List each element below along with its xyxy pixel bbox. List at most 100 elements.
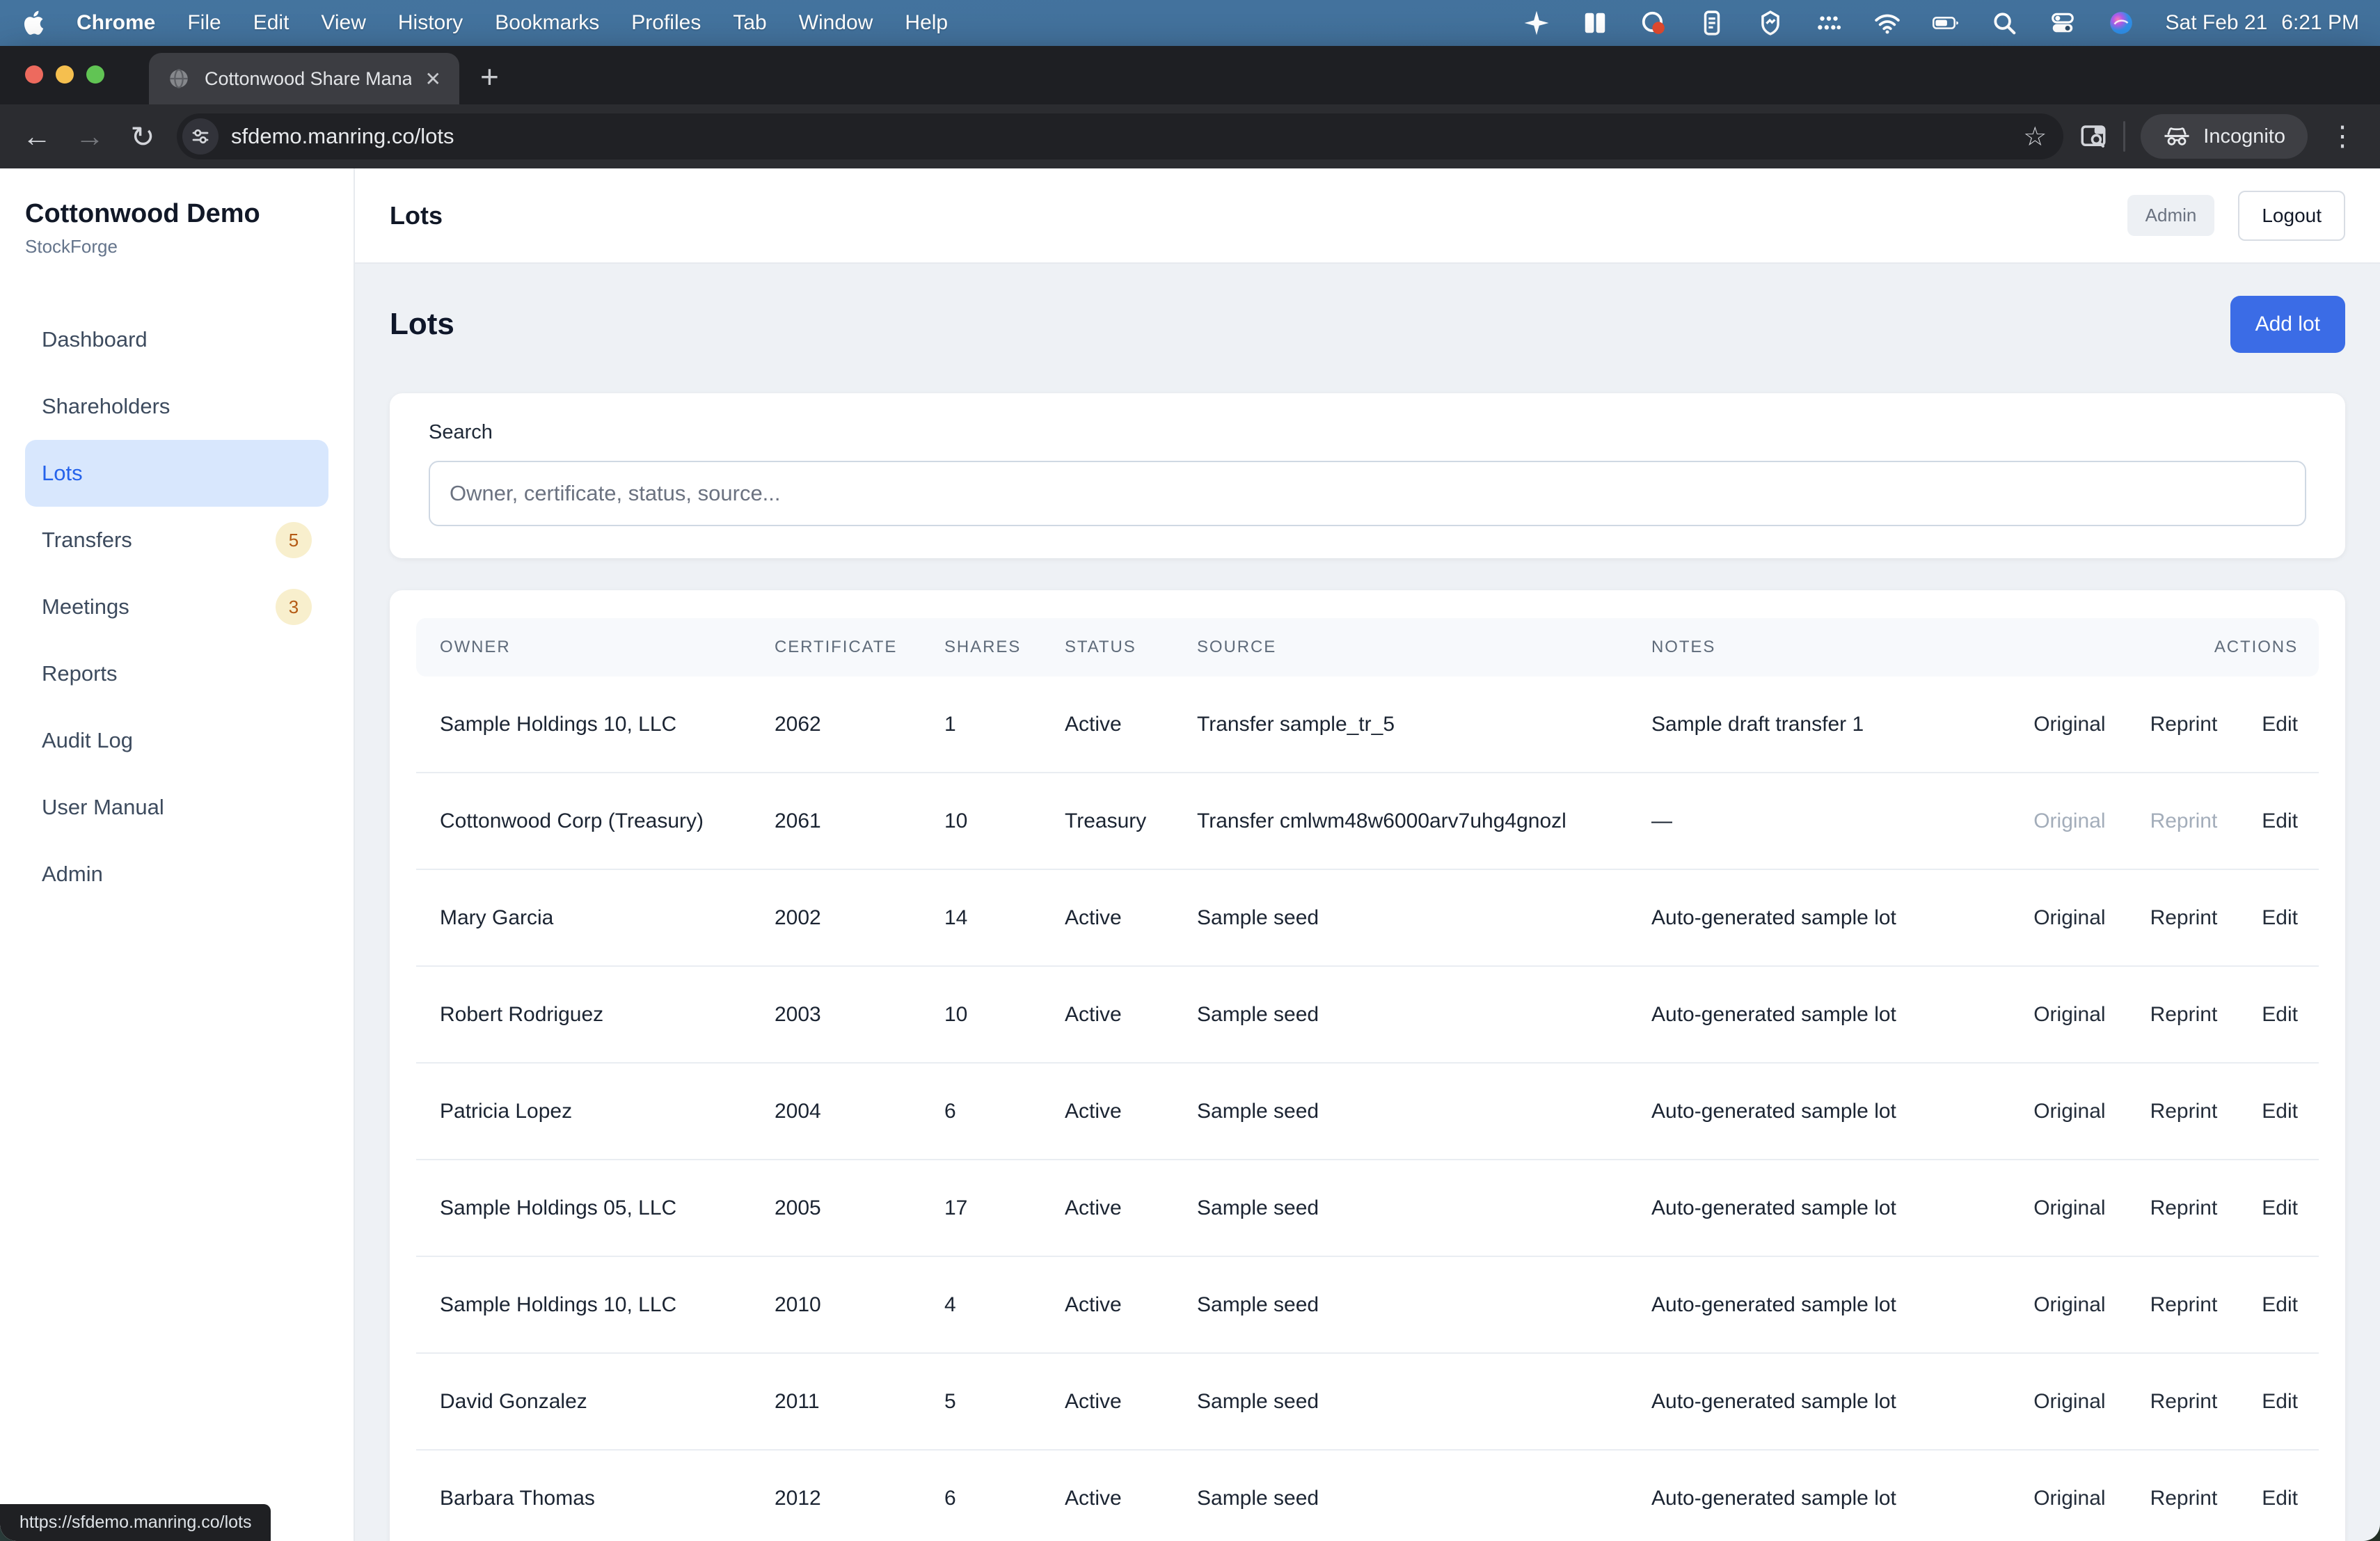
site-settings-icon[interactable]	[182, 118, 219, 155]
close-window-button[interactable]	[25, 65, 43, 84]
browser-window: Cottonwood Share Manager ✕ + ← → ↻ sfdem…	[0, 46, 2380, 1541]
screen-record-icon[interactable]	[1640, 9, 1667, 37]
table-row: David Gonzalez20115ActiveSample seedAuto…	[416, 1354, 2319, 1451]
sidebar-item-label: User Manual	[42, 795, 164, 820]
back-icon[interactable]: ←	[18, 120, 56, 153]
reprint-link[interactable]: Reprint	[2150, 713, 2218, 736]
address-bar[interactable]: sfdemo.manring.co/lots ☆	[177, 113, 2063, 159]
cell-actions: Original Reprint Edit	[2013, 1196, 2319, 1220]
globe-favicon-icon	[167, 67, 191, 90]
sidebar-item-meetings[interactable]: Meetings3	[25, 574, 328, 640]
browser-menu-icon[interactable]: ⋮	[2323, 120, 2362, 152]
original-link[interactable]: Original	[2033, 1487, 2105, 1510]
column-header-notes: NOTES	[1628, 638, 2013, 657]
original-link[interactable]: Original	[2033, 809, 2105, 833]
menu-tab[interactable]: Tab	[733, 11, 766, 35]
cell-notes: Auto-generated sample lot	[1628, 1390, 2013, 1414]
sidebar-item-reports[interactable]: Reports	[25, 640, 328, 707]
tab-search-panel-icon[interactable]	[2079, 122, 2108, 151]
reprint-link[interactable]: Reprint	[2150, 1390, 2218, 1414]
window-controls	[25, 46, 104, 104]
menu-edit[interactable]: Edit	[253, 11, 289, 35]
sparkle-icon[interactable]	[1523, 9, 1550, 37]
cell-owner: Cottonwood Corp (Treasury)	[416, 809, 751, 833]
edit-link[interactable]: Edit	[2262, 906, 2298, 930]
sidebar-item-transfers[interactable]: Transfers5	[25, 507, 328, 574]
siri-icon[interactable]	[2107, 9, 2135, 37]
minimize-window-button[interactable]	[56, 65, 74, 84]
edit-link[interactable]: Edit	[2262, 1487, 2298, 1510]
cell-shares: 5	[921, 1390, 1041, 1414]
reprint-link[interactable]: Reprint	[2150, 1100, 2218, 1123]
add-lot-button[interactable]: Add lot	[2230, 296, 2345, 353]
new-tab-button[interactable]: +	[480, 56, 499, 97]
search-input[interactable]	[429, 461, 2306, 526]
edit-link[interactable]: Edit	[2262, 713, 2298, 736]
reprint-link[interactable]: Reprint	[2150, 809, 2218, 833]
bookmark-star-icon[interactable]: ☆	[2023, 121, 2047, 152]
browser-tab[interactable]: Cottonwood Share Manager ✕	[149, 53, 459, 104]
menu-bookmarks[interactable]: Bookmarks	[495, 11, 599, 35]
edit-link[interactable]: Edit	[2262, 1100, 2298, 1123]
sidebar-item-label: Dashboard	[42, 327, 148, 352]
menu-history[interactable]: History	[398, 11, 463, 35]
reload-icon[interactable]: ↻	[124, 120, 161, 154]
url-text[interactable]: sfdemo.manring.co/lots	[231, 124, 2010, 149]
menu-help[interactable]: Help	[905, 11, 948, 35]
original-link[interactable]: Original	[2033, 1196, 2105, 1220]
shield-badge-icon[interactable]	[1756, 9, 1784, 37]
original-link[interactable]: Original	[2033, 906, 2105, 930]
window-tiles-icon[interactable]	[1581, 9, 1609, 37]
cell-certificate: 2061	[751, 809, 921, 833]
cell-owner: Mary Garcia	[416, 906, 751, 930]
sidebar-item-audit-log[interactable]: Audit Log	[25, 707, 328, 774]
apple-menu-icon[interactable]	[21, 9, 45, 37]
edit-link[interactable]: Edit	[2262, 1390, 2298, 1414]
edit-link[interactable]: Edit	[2262, 1293, 2298, 1317]
reprint-link[interactable]: Reprint	[2150, 1293, 2218, 1317]
spotlight-search-icon[interactable]	[1990, 9, 2018, 37]
reprint-link[interactable]: Reprint	[2150, 906, 2218, 930]
logout-button[interactable]: Logout	[2238, 191, 2345, 241]
cell-certificate: 2012	[751, 1487, 921, 1510]
original-link[interactable]: Original	[2033, 1003, 2105, 1027]
sidebar-item-admin[interactable]: Admin	[25, 841, 328, 908]
cell-source: Sample seed	[1173, 1003, 1628, 1027]
menu-view[interactable]: View	[321, 11, 365, 35]
lots-table-card: OWNERCERTIFICATESHARESSTATUSSOURCENOTESA…	[390, 590, 2345, 1541]
reprint-link[interactable]: Reprint	[2150, 1003, 2218, 1027]
original-link[interactable]: Original	[2033, 1100, 2105, 1123]
cell-actions: Original Reprint Edit	[2013, 1390, 2319, 1414]
column-header-shares: SHARES	[921, 638, 1041, 657]
sidebar-item-shareholders[interactable]: Shareholders	[25, 373, 328, 440]
sidebar-item-dashboard[interactable]: Dashboard	[25, 306, 328, 373]
edit-link[interactable]: Edit	[2262, 1196, 2298, 1220]
macos-menubar: Chrome File Edit View History Bookmarks Profil…	[0, 0, 2380, 46]
reprint-link[interactable]: Reprint	[2150, 1196, 2218, 1220]
tab-strip: Cottonwood Share Manager ✕ +	[0, 46, 2380, 104]
zoom-window-button[interactable]	[86, 65, 104, 84]
battery-icon[interactable]	[1932, 9, 1960, 37]
wifi-icon[interactable]	[1873, 9, 1901, 37]
sidebar-item-lots[interactable]: Lots	[25, 440, 328, 507]
original-link[interactable]: Original	[2033, 1390, 2105, 1414]
reprint-link[interactable]: Reprint	[2150, 1487, 2218, 1510]
app-page: Cottonwood Demo StockForge DashboardShar…	[0, 168, 2380, 1541]
original-link[interactable]: Original	[2033, 1293, 2105, 1317]
menu-chrome[interactable]: Chrome	[77, 11, 155, 35]
menu-window[interactable]: Window	[799, 11, 873, 35]
sidebar-item-user-manual[interactable]: User Manual	[25, 774, 328, 841]
dots-grid-icon[interactable]	[1815, 9, 1843, 37]
menu-file[interactable]: File	[187, 11, 221, 35]
edit-link[interactable]: Edit	[2262, 1003, 2298, 1027]
cell-source: Transfer sample_tr_5	[1173, 713, 1628, 736]
original-link[interactable]: Original	[2033, 713, 2105, 736]
control-center-icon[interactable]	[2049, 9, 2077, 37]
forward-icon[interactable]: →	[71, 120, 109, 153]
menubar-clock[interactable]: Sat Feb 21 6:21 PM	[2166, 11, 2360, 35]
menu-profiles[interactable]: Profiles	[631, 11, 701, 35]
edit-link[interactable]: Edit	[2262, 809, 2298, 833]
tab-close-icon[interactable]: ✕	[425, 68, 441, 90]
iphone-mirroring-icon[interactable]	[1698, 9, 1726, 37]
cell-status: Active	[1041, 713, 1173, 736]
